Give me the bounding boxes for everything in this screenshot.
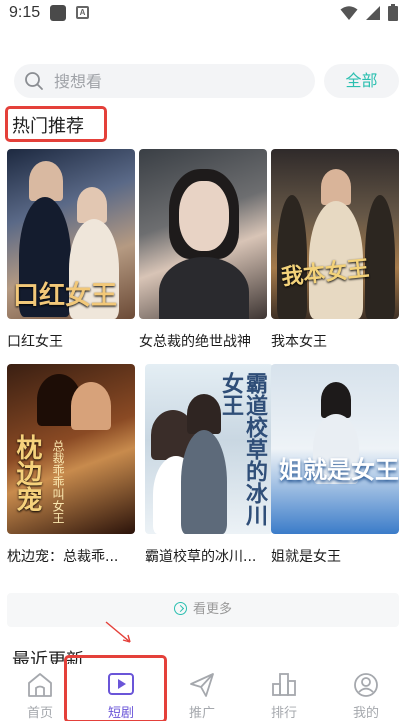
tab-promote[interactable]: 推广 xyxy=(162,664,242,721)
signal-icon xyxy=(366,5,380,20)
tab-label: 我的 xyxy=(352,706,379,721)
annotation-highlight-box xyxy=(5,106,107,142)
battery-icon xyxy=(388,4,398,21)
poster-title-text: 口红女王 xyxy=(13,281,118,311)
status-bar: 9:15 A xyxy=(0,0,406,28)
drama-poster[interactable]: 我本女王 xyxy=(271,149,399,319)
poster-title-text: 霸道校草的冰川女王 xyxy=(218,372,268,526)
status-right-icons xyxy=(340,4,398,21)
drama-title[interactable]: 姐就是女王 xyxy=(271,546,399,566)
notification-icon xyxy=(50,5,66,21)
drama-title[interactable]: 霸道校草的冰川... xyxy=(145,546,273,566)
annotation-highlight-box xyxy=(64,655,167,721)
poster-title-text: 姐就是女王 xyxy=(279,455,399,484)
wifi-icon xyxy=(340,5,358,20)
chevron-right-circle-icon xyxy=(173,602,187,615)
drama-card[interactable]: 女总裁的绝世战神 xyxy=(139,149,267,351)
see-more-button[interactable]: 看更多 xyxy=(7,593,399,627)
search-icon xyxy=(25,72,43,90)
drama-poster[interactable]: 口红女王 xyxy=(7,149,135,319)
tab-mine[interactable]: 我的 xyxy=(326,664,406,721)
drama-title[interactable]: 女总裁的绝世战神 xyxy=(139,331,267,351)
annotation-arrow-icon xyxy=(105,621,131,643)
a-icon: A xyxy=(76,6,89,19)
drama-poster[interactable]: 姐就是女王 xyxy=(271,364,399,534)
tab-label: 推广 xyxy=(188,706,215,721)
poster-title-text: 枕边宠 xyxy=(12,434,42,512)
drama-poster[interactable]: 枕边宠 总裁乖乖叫女王 xyxy=(7,364,135,534)
all-button[interactable]: 全部 xyxy=(324,64,399,98)
drama-title[interactable]: 我本女王 xyxy=(271,331,399,351)
drama-card[interactable]: 枕边宠 总裁乖乖叫女王 枕边宠：总裁乖... xyxy=(7,364,135,566)
drama-card[interactable]: 我本女王 我本女王 xyxy=(271,149,399,351)
see-more-label: 看更多 xyxy=(192,602,232,617)
drama-card[interactable]: 口红女王 口红女王 xyxy=(7,149,135,351)
drama-card[interactable]: 霸道校草的冰川女王 霸道校草的冰川... xyxy=(145,364,273,566)
bottom-tab-bar: 首页 短剧 推广 排行 我的 xyxy=(0,664,406,721)
drama-poster[interactable] xyxy=(139,149,267,319)
drama-title[interactable]: 枕边宠：总裁乖... xyxy=(7,546,135,566)
tab-ranking[interactable]: 排行 xyxy=(244,664,324,721)
search-bar[interactable] xyxy=(14,64,315,98)
drama-title[interactable]: 口红女王 xyxy=(7,331,135,351)
profile-icon xyxy=(354,673,378,697)
poster-subtitle-text: 总裁乖乖叫女王 xyxy=(51,440,65,524)
home-icon xyxy=(28,673,52,697)
drama-card[interactable]: 姐就是女王 姐就是女王 xyxy=(271,364,399,566)
send-icon xyxy=(190,673,214,697)
search-input[interactable] xyxy=(54,64,304,98)
drama-poster[interactable]: 霸道校草的冰川女王 xyxy=(145,364,273,534)
chart-icon xyxy=(272,673,296,696)
status-time: 9:15 xyxy=(9,4,41,21)
tab-label: 排行 xyxy=(270,706,297,721)
